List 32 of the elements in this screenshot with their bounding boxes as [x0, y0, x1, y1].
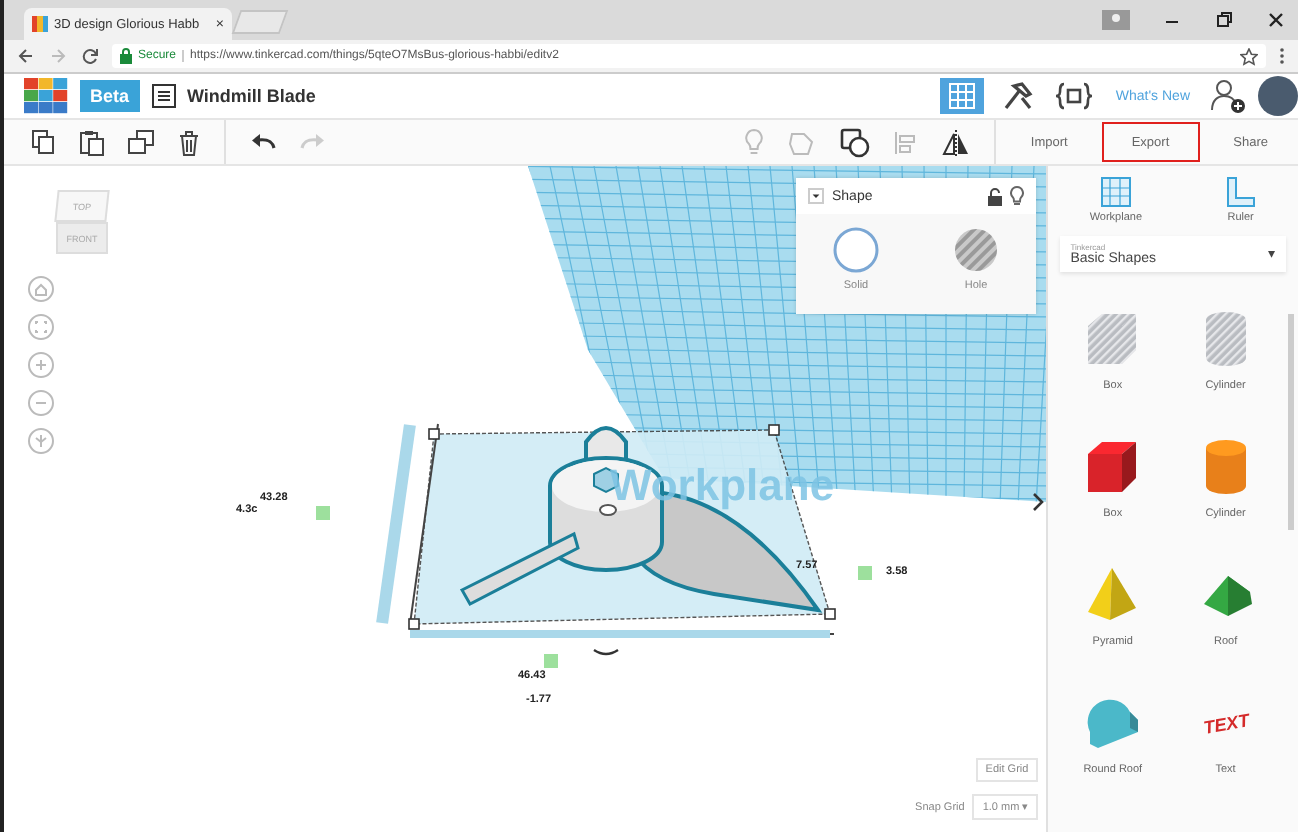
mirror-icon[interactable] [942, 129, 971, 155]
code-view-button[interactable] [1051, 78, 1096, 114]
favicon-icon [32, 16, 48, 32]
reload-icon[interactable] [80, 46, 100, 66]
list-icon[interactable] [151, 84, 176, 108]
undo-icon[interactable] [250, 132, 276, 152]
text-shape-icon: TEXT [1195, 692, 1256, 752]
menu-icon[interactable] [1278, 46, 1286, 66]
ungroup-icon[interactable] [840, 127, 871, 157]
trash-icon[interactable] [178, 129, 200, 155]
solid-swatch-icon[interactable] [832, 226, 880, 274]
add-user-icon[interactable] [1210, 78, 1246, 114]
duplicate-icon[interactable] [128, 130, 154, 154]
avatar[interactable] [1258, 76, 1298, 116]
hole-swatch-icon[interactable] [952, 226, 1000, 274]
workplane-icon [1099, 176, 1132, 208]
back-icon[interactable] [16, 46, 36, 66]
restore-icon[interactable] [1214, 10, 1234, 30]
lock-icon[interactable] [988, 187, 1002, 205]
grid-view-button[interactable] [939, 78, 984, 114]
design-title[interactable]: Windmill Blade [187, 86, 316, 106]
copy-icon[interactable] [32, 130, 56, 154]
close-icon[interactable] [1266, 10, 1286, 30]
chevron-right-icon[interactable] [1032, 492, 1045, 512]
beta-badge: Beta [80, 80, 140, 112]
logo-icon[interactable] [24, 78, 68, 114]
lock-icon [120, 48, 132, 64]
lightbulb-icon[interactable] [1010, 186, 1024, 206]
star-icon[interactable] [1240, 47, 1258, 65]
paste-icon[interactable] [80, 129, 104, 155]
collapse-icon[interactable] [808, 188, 824, 204]
ruler-icon [1224, 176, 1257, 208]
